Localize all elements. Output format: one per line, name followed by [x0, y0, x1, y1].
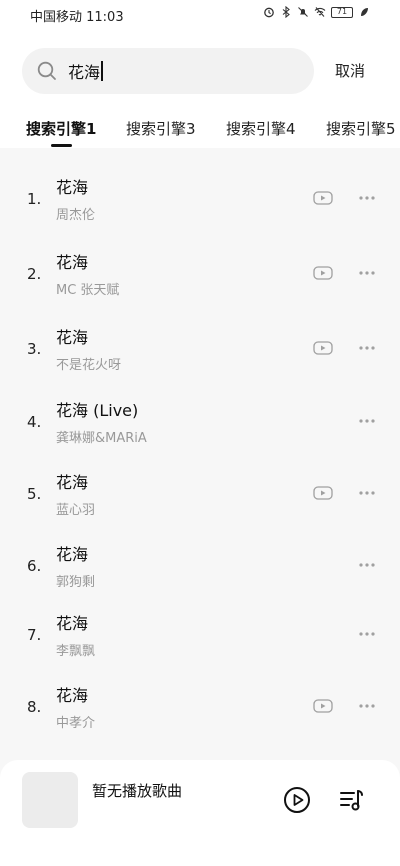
more-icon[interactable] — [358, 562, 376, 568]
list-item[interactable]: 7. 花海 李飘飘 — [0, 610, 400, 682]
search-bar[interactable]: 花海 — [22, 48, 314, 94]
list-item[interactable]: 2. 花海 MC 张天赋 — [0, 249, 400, 321]
mini-player[interactable]: 暂无播放歌曲 — [0, 760, 400, 866]
song-index: 8. — [27, 698, 42, 716]
list-item[interactable]: 4. 花海 (Live) 龚琳娜&MARiA — [0, 397, 400, 469]
mv-play-icon[interactable] — [313, 341, 333, 355]
bluetooth-icon — [282, 6, 290, 18]
song-title: 花海 — [56, 614, 89, 633]
mv-play-icon[interactable] — [313, 699, 333, 713]
header-area: 中国移动 11:03 71 花海 取消 搜索引擎1 搜索引擎3 搜索引擎4 搜索… — [0, 0, 400, 148]
carrier-time: 中国移动 11:03 — [30, 10, 124, 25]
status-icons: 71 — [263, 6, 370, 18]
album-cover[interactable] — [22, 772, 78, 828]
song-artist: 周杰伦 — [56, 208, 96, 223]
song-artist: MC 张天赋 — [56, 283, 120, 298]
status-bar: 中国移动 11:03 71 — [0, 0, 400, 28]
more-icon[interactable] — [358, 418, 376, 424]
mv-play-icon[interactable] — [313, 191, 333, 205]
song-title: 花海 — [56, 686, 89, 705]
list-item[interactable]: 8. 花海 中孝介 — [0, 682, 400, 754]
song-title: 花海 — [56, 178, 89, 197]
tab-search-engine-5[interactable]: 搜索引擎5 — [326, 118, 396, 139]
list-item[interactable]: 5. 花海 蓝心羽 — [0, 469, 400, 541]
cancel-button[interactable]: 取消 — [335, 60, 365, 81]
more-icon[interactable] — [358, 631, 376, 637]
more-icon[interactable] — [358, 195, 376, 201]
song-artist: 李飘飘 — [56, 644, 96, 659]
more-icon[interactable] — [358, 490, 376, 496]
song-title: 花海 — [56, 253, 89, 272]
list-item[interactable]: 6. 花海 郭狗剩 — [0, 541, 400, 613]
mv-play-icon[interactable] — [313, 266, 333, 280]
song-artist: 不是花火呀 — [56, 358, 122, 373]
search-input[interactable]: 花海 — [68, 60, 288, 82]
song-artist: 中孝介 — [56, 716, 96, 731]
song-title: 花海 — [56, 545, 89, 564]
song-index: 7. — [27, 626, 42, 644]
mv-play-icon[interactable] — [313, 486, 333, 500]
song-index: 2. — [27, 265, 42, 283]
song-index: 1. — [27, 190, 42, 208]
active-tab-indicator — [51, 144, 72, 147]
song-index: 5. — [27, 485, 42, 503]
search-query: 花海 — [68, 63, 101, 82]
tab-search-engine-3[interactable]: 搜索引擎3 — [126, 118, 196, 139]
more-icon[interactable] — [358, 703, 376, 709]
battery-icon: 71 — [331, 6, 353, 18]
more-icon[interactable] — [358, 345, 376, 351]
song-index: 4. — [27, 413, 42, 431]
leaf-icon — [361, 8, 368, 16]
song-index: 6. — [27, 557, 42, 575]
list-item[interactable]: 1. 花海 周杰伦 — [0, 174, 400, 246]
list-item[interactable]: 3. 花海 不是花火呀 — [0, 324, 400, 396]
more-icon[interactable] — [358, 270, 376, 276]
song-index: 3. — [27, 340, 42, 358]
now-playing-title: 暂无播放歌曲 — [92, 782, 183, 800]
tab-search-engine-1[interactable]: 搜索引擎1 — [26, 118, 96, 139]
mute-icon — [298, 7, 308, 17]
playlist-icon[interactable] — [338, 786, 366, 814]
song-list: 1. 花海 周杰伦 2. 花海 MC 张天赋 3. 花海 不是花火呀 4. 花海… — [0, 148, 400, 748]
song-title: 花海 — [56, 473, 89, 492]
song-artist: 龚琳娜&MARiA — [56, 431, 147, 446]
song-title: 花海 (Live) — [56, 401, 139, 420]
wifi-off-icon — [314, 7, 326, 17]
song-title: 花海 — [56, 328, 89, 347]
song-artist: 蓝心羽 — [56, 503, 96, 518]
text-caret — [101, 61, 103, 81]
play-icon[interactable] — [283, 786, 311, 814]
song-artist: 郭狗剩 — [56, 575, 96, 590]
tab-search-engine-4[interactable]: 搜索引擎4 — [226, 118, 296, 139]
search-icon — [37, 61, 56, 80]
alarm-icon — [264, 7, 274, 18]
